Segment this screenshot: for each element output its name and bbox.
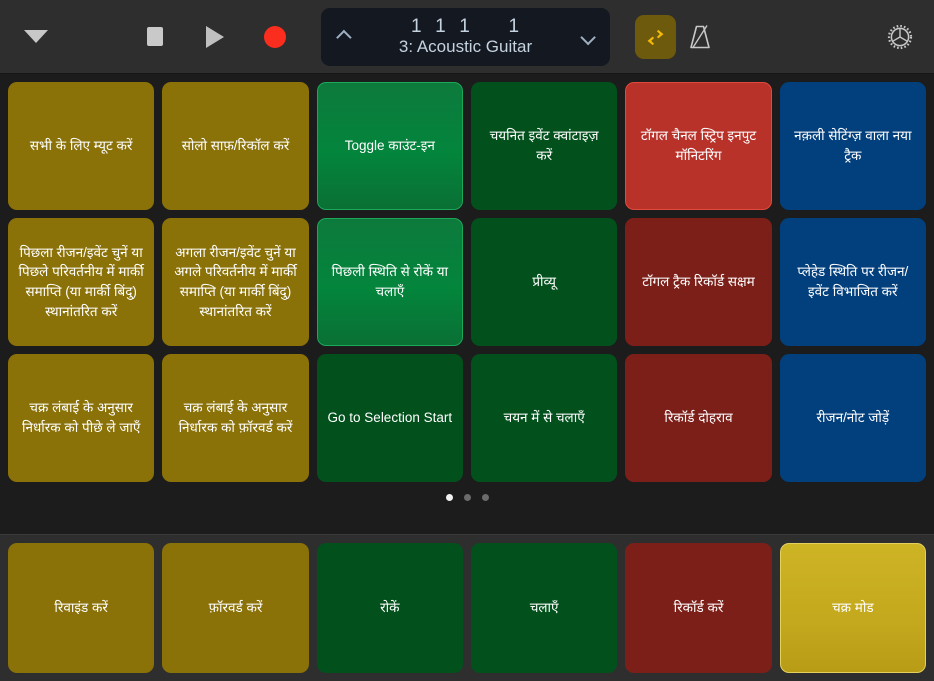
- pad-button[interactable]: चयनित इवेंट क्वांटाइज़ करें: [470, 82, 618, 210]
- pad-button-label: टॉगल चैनल स्ट्रिप इनपुट मॉनिटरिंग: [640, 128, 757, 163]
- pad-button-label: चयनित इवेंट क्वांटाइज़ करें: [489, 128, 599, 163]
- transport-pad-button[interactable]: चक्र मोड: [779, 543, 926, 673]
- lcd-previous-button[interactable]: [331, 26, 353, 48]
- selected-track-name: 3: Acoustic Guitar: [398, 37, 533, 57]
- transport-pad-button[interactable]: रोकें: [316, 543, 463, 673]
- transport-pad-button-label: रोकें: [380, 600, 400, 616]
- page-dot[interactable]: [463, 493, 471, 501]
- pad-button-label: चक्र लंबाई के अनुसार निर्धारक को पीछे ले…: [22, 400, 141, 435]
- pad-button[interactable]: Toggle काउंट-इन: [316, 82, 463, 210]
- transport-pad-button[interactable]: चलाएँ: [470, 543, 618, 673]
- record-button[interactable]: [258, 20, 292, 54]
- transport-pad-button-label: रिकॉर्ड करें: [673, 600, 724, 616]
- record-icon: [264, 25, 286, 48]
- settings-button[interactable]: [880, 17, 920, 57]
- pad-button-label: पिछला रीजन/इवेंट चुनें या पिछले परिवर्तन…: [18, 244, 144, 319]
- disclosure-button[interactable]: [8, 9, 64, 65]
- pad-button[interactable]: अगला रीजन/इवेंट चुनें या अगले परिवर्तनीय…: [162, 218, 309, 346]
- playhead-position: 1 1 1 1: [410, 16, 521, 38]
- lcd-next-button[interactable]: [578, 26, 600, 48]
- top-toolbar: 1 1 1 1 3: Acoustic Guitar: [0, 0, 934, 74]
- triangle-down-icon: [24, 30, 48, 43]
- pad-button[interactable]: पिछला रीजन/इवेंट चुनें या पिछले परिवर्तन…: [8, 218, 155, 346]
- pad-button[interactable]: सभी के लिए म्यूट करें: [8, 82, 155, 210]
- pad-button-label: प्लेहेड स्थिति पर रीजन/इवेंट विभाजित करे…: [797, 264, 909, 299]
- chevron-down-icon: [579, 29, 596, 45]
- lcd-display[interactable]: 1 1 1 1 3: Acoustic Guitar: [321, 8, 610, 66]
- pad-button[interactable]: पिछली स्थिति से रोकें या चलाएँ: [316, 218, 463, 346]
- gear-icon: [887, 24, 913, 50]
- pad-button-label: प्रीव्यू: [532, 274, 556, 290]
- pad-button-label: चयन में से चलाएँ: [503, 410, 585, 426]
- pad-button[interactable]: चक्र लंबाई के अनुसार निर्धारक को पीछे ले…: [8, 354, 155, 482]
- pad-button-label: सभी के लिए म्यूट करें: [29, 138, 133, 154]
- pad-button[interactable]: Go to Selection Start: [316, 354, 463, 482]
- pad-button-label: Go to Selection Start: [327, 410, 453, 426]
- stop-icon: [147, 27, 163, 46]
- page-indicator: [8, 482, 926, 512]
- transport-pad-button[interactable]: रिकॉर्ड करें: [625, 543, 772, 673]
- pad-button[interactable]: प्रीव्यू: [470, 218, 618, 346]
- pad-button[interactable]: टॉगल ट्रैक रिकॉर्ड सक्षम: [625, 218, 772, 346]
- pad-button-label: पिछली स्थिति से रोकें या चलाएँ: [331, 264, 449, 299]
- chevron-up-icon: [335, 29, 352, 45]
- play-button[interactable]: [198, 20, 232, 54]
- transport-pad-area: रिवाइंड करें फ़ॉरवर्ड करें रोकें चलाएँ रिकॉर…: [0, 534, 934, 681]
- pad-button[interactable]: रीजन/नोट जोड़ें: [779, 354, 926, 482]
- remote-control-app: 1 1 1 1 3: Acoustic Guitar सभी के लिए म्…: [0, 0, 934, 681]
- pad-button[interactable]: सोलो साफ़/रिकॉल करें: [162, 82, 309, 210]
- metronome-toggle-button[interactable]: [682, 17, 718, 57]
- stop-button[interactable]: [138, 20, 172, 54]
- transport-pad-button-label: फ़ॉरवर्ड करें: [208, 600, 263, 616]
- pad-button-label: रीजन/नोट जोड़ें: [816, 410, 890, 426]
- pad-button-label: नक़ली सेटिंग्ज़ वाला नया ट्रैक: [794, 128, 912, 163]
- pad-button[interactable]: चक्र लंबाई के अनुसार निर्धारक को फ़ॉरवर्…: [162, 354, 309, 482]
- pad-grid: सभी के लिए म्यूट करें सोलो साफ़/रिकॉल करे…: [8, 82, 926, 482]
- pad-button-label: रिकॉर्ड दोहराव: [664, 410, 733, 426]
- pad-button-label: टॉगल ट्रैक रिकॉर्ड सक्षम: [642, 274, 755, 290]
- pad-button-label: Toggle काउंट-इन: [344, 138, 435, 154]
- pad-button[interactable]: चयन में से चलाएँ: [470, 354, 618, 482]
- transport-pad-button[interactable]: फ़ॉरवर्ड करें: [162, 543, 309, 673]
- lcd-readout: 1 1 1 1 3: Acoustic Guitar: [353, 17, 578, 57]
- pad-button-label: चक्र लंबाई के अनुसार निर्धारक को फ़ॉरवर्…: [178, 400, 293, 435]
- transport-icon-group: [138, 20, 292, 54]
- transport-pad-grid: रिवाइंड करें फ़ॉरवर्ड करें रोकें चलाएँ रिकॉर…: [8, 543, 926, 673]
- transport-pad-button-label: रिवाइंड करें: [54, 600, 108, 616]
- metronome-icon: [690, 25, 710, 49]
- pad-button[interactable]: रिकॉर्ड दोहराव: [625, 354, 772, 482]
- pad-button[interactable]: टॉगल चैनल स्ट्रिप इनपुट मॉनिटरिंग: [625, 82, 772, 210]
- page-dot[interactable]: [445, 493, 453, 501]
- transport-pad-button[interactable]: रिवाइंड करें: [8, 543, 155, 673]
- play-icon: [206, 25, 224, 48]
- transport-pad-button-label: चक्र मोड: [832, 600, 874, 616]
- pad-button[interactable]: प्लेहेड स्थिति पर रीजन/इवेंट विभाजित करे…: [779, 218, 926, 346]
- pad-button[interactable]: नक़ली सेटिंग्ज़ वाला नया ट्रैक: [779, 82, 926, 210]
- pad-grid-area: सभी के लिए म्यूट करें सोलो साफ़/रिकॉल करे…: [0, 74, 934, 534]
- transport-pad-button-label: चलाएँ: [529, 600, 559, 616]
- pad-button-label: सोलो साफ़/रिकॉल करें: [181, 138, 290, 154]
- cycle-toggle-button[interactable]: [635, 15, 676, 59]
- cycle-loop-icon: [647, 29, 664, 45]
- page-dot[interactable]: [481, 493, 489, 501]
- pad-button-label: अगला रीजन/इवेंट चुनें या अगले परिवर्तनीय…: [174, 244, 297, 319]
